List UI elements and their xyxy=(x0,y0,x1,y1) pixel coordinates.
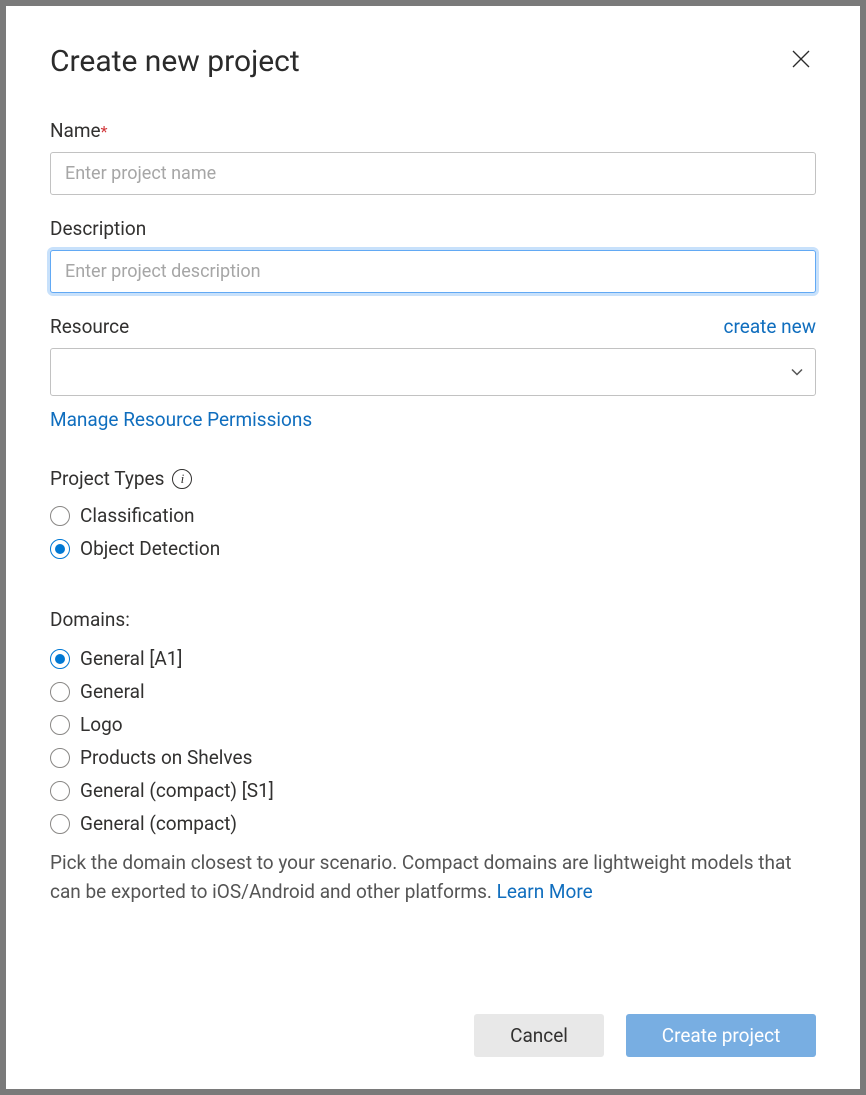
radio-label: General [A1] xyxy=(80,647,182,670)
close-button[interactable] xyxy=(786,44,816,74)
radio-icon xyxy=(50,748,70,768)
domain-option-4[interactable]: General (compact) [S1] xyxy=(50,779,816,802)
radio-icon xyxy=(50,506,70,526)
radio-label: General (compact) xyxy=(80,812,237,835)
resource-label: Resource xyxy=(50,315,129,338)
create-project-dialog: Create new project Name* Description Res… xyxy=(6,6,860,1089)
name-label: Name xyxy=(50,119,101,142)
manage-resource-permissions-link[interactable]: Manage Resource Permissions xyxy=(50,408,312,431)
name-required-mark: * xyxy=(101,122,108,141)
domains-radio-group: General [A1] General Logo Products on Shelv… xyxy=(50,647,816,835)
radio-icon xyxy=(50,715,70,735)
create-new-resource-link[interactable]: create new xyxy=(724,315,816,338)
cancel-button[interactable]: Cancel xyxy=(474,1014,604,1057)
radio-icon xyxy=(50,814,70,834)
project-types-label: Project Types xyxy=(50,467,164,490)
resource-select[interactable] xyxy=(50,348,816,396)
radio-icon xyxy=(50,649,70,669)
close-icon xyxy=(790,48,812,70)
radio-icon xyxy=(50,539,70,559)
project-type-option-1[interactable]: Object Detection xyxy=(50,537,816,560)
radio-label: General (compact) [S1] xyxy=(80,779,274,802)
domain-option-2[interactable]: Logo xyxy=(50,713,816,736)
learn-more-link[interactable]: Learn More xyxy=(497,880,593,903)
domains-help-text: Pick the domain closest to your scenario… xyxy=(50,849,816,906)
domains-label: Domains: xyxy=(50,608,130,631)
info-icon[interactable]: i xyxy=(172,469,192,489)
project-types-radio-group: Classification Object Detection xyxy=(50,504,816,560)
create-project-button[interactable]: Create project xyxy=(626,1014,816,1057)
domain-option-1[interactable]: General xyxy=(50,680,816,703)
radio-label: General xyxy=(80,680,145,703)
radio-label: Logo xyxy=(80,713,123,736)
name-input[interactable] xyxy=(50,152,816,195)
description-input[interactable] xyxy=(50,250,816,293)
radio-label: Classification xyxy=(80,504,195,527)
domain-option-5[interactable]: General (compact) xyxy=(50,812,816,835)
domain-option-3[interactable]: Products on Shelves xyxy=(50,746,816,769)
dialog-title: Create new project xyxy=(50,44,300,79)
domain-option-0[interactable]: General [A1] xyxy=(50,647,816,670)
radio-label: Products on Shelves xyxy=(80,746,252,769)
project-type-option-0[interactable]: Classification xyxy=(50,504,816,527)
description-label: Description xyxy=(50,217,146,240)
radio-icon xyxy=(50,682,70,702)
radio-label: Object Detection xyxy=(80,537,220,560)
radio-icon xyxy=(50,781,70,801)
